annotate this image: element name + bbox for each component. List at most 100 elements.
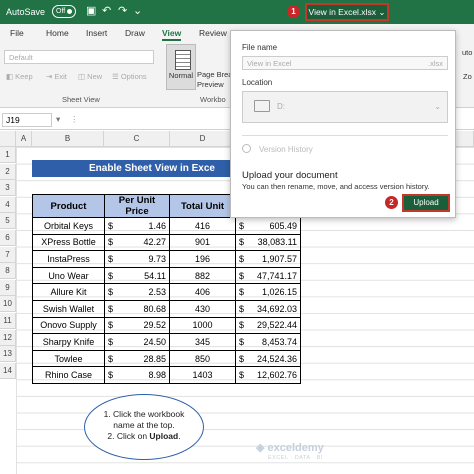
sales-cell[interactable]: $24,524.36 [235, 349, 301, 368]
price-cell[interactable]: $2.53 [104, 283, 170, 301]
price-cell[interactable]: $80.68 [104, 299, 170, 318]
version-history-button[interactable]: Version History [242, 144, 313, 154]
exit-button[interactable]: ⇥ Exit [46, 72, 67, 81]
file-name-input[interactable]: View in Excel .xlsx [242, 56, 448, 70]
table-row: Allure Kit $2.53 406 $1,026.15 [32, 283, 301, 301]
product-cell[interactable]: InstaPress [32, 250, 105, 268]
product-cell[interactable]: Orbital Keys [32, 217, 105, 235]
price-cell[interactable]: $28.85 [104, 349, 170, 368]
product-cell[interactable]: Uno Wear [32, 266, 105, 285]
product-cell[interactable]: Towlee [32, 349, 105, 368]
sales-value: 47,741.17 [256, 270, 297, 281]
name-box-dropdown-icon[interactable]: ▾ [56, 114, 60, 125]
product-cell[interactable]: Onovo Supply [32, 316, 105, 335]
upload-button[interactable]: Upload [402, 194, 450, 212]
options-button[interactable]: ☰ Options [112, 72, 147, 81]
new-button[interactable]: ◫ New [78, 72, 102, 81]
tab-file[interactable]: File [10, 28, 24, 38]
product-cell[interactable]: Sharpy Knife [32, 333, 105, 351]
product-cell[interactable]: Rhino Case [32, 366, 105, 384]
units-cell[interactable]: 430 [169, 299, 236, 318]
header-total-unit[interactable]: Total Unit [169, 194, 236, 218]
product-cell[interactable]: Allure Kit [32, 283, 105, 301]
price-cell[interactable]: $54.11 [104, 266, 170, 285]
units-cell[interactable]: 406 [169, 283, 236, 301]
product-cell[interactable]: Swish Wallet [32, 299, 105, 318]
units-cell[interactable]: 882 [169, 266, 236, 285]
row-header[interactable]: 13 [0, 346, 16, 363]
sales-cell[interactable]: $8,453.74 [235, 333, 301, 351]
price-value: 28.85 [143, 353, 166, 364]
tab-insert[interactable]: Insert [86, 28, 107, 38]
row-header[interactable]: 10 [0, 296, 16, 313]
sales-value: 12,602.76 [256, 370, 297, 381]
sales-cell[interactable]: $12,602.76 [235, 366, 301, 384]
column-header-a[interactable]: A [16, 131, 32, 147]
page-break-preview-button[interactable]: Page Brea Preview [197, 70, 232, 90]
sales-cell[interactable]: $605.49 [235, 217, 301, 235]
units-cell[interactable]: 901 [169, 233, 236, 252]
currency-symbol: $ [239, 253, 245, 264]
row-header[interactable]: 7 [0, 246, 16, 263]
units-cell[interactable]: 1000 [169, 316, 236, 335]
row-header[interactable]: 5 [0, 213, 16, 230]
units-cell[interactable]: 345 [169, 333, 236, 351]
location-value: D: [277, 102, 285, 111]
sales-cell[interactable]: $1,026.15 [235, 283, 301, 301]
column-header-c[interactable]: C [104, 131, 170, 147]
tab-review[interactable]: Review [199, 28, 227, 38]
price-cell[interactable]: $1.46 [104, 217, 170, 235]
header-product[interactable]: Product [32, 194, 105, 218]
row-header[interactable]: 6 [0, 230, 16, 246]
row-header[interactable]: 11 [0, 313, 16, 329]
row-header[interactable]: 14 [0, 362, 16, 379]
column-header-b[interactable]: B [32, 131, 104, 147]
price-cell[interactable]: $24.50 [104, 333, 170, 351]
sales-cell[interactable]: $38,083.11 [235, 233, 301, 252]
header-per-unit-price[interactable]: Per Unit Price [104, 194, 170, 218]
row-header[interactable]: 4 [0, 196, 16, 213]
price-value: 80.68 [143, 303, 166, 314]
product-cell[interactable]: XPress Bottle [32, 233, 105, 252]
location-select[interactable]: D: ⌄ [242, 91, 448, 123]
group-label-sheet-view: Sheet View [62, 95, 100, 104]
normal-view-button[interactable]: Normal [166, 44, 196, 90]
currency-symbol: $ [239, 270, 245, 281]
currency-symbol: $ [239, 237, 245, 248]
tab-draw[interactable]: Draw [125, 28, 145, 38]
sheet-view-select[interactable]: Default [4, 50, 154, 64]
price-cell[interactable]: $29.52 [104, 316, 170, 335]
price-cell[interactable]: $9.73 [104, 250, 170, 268]
customize-toolbar-icon[interactable]: ⌄ [133, 5, 142, 17]
tab-view[interactable]: View [162, 28, 182, 41]
tab-home[interactable]: Home [46, 28, 69, 38]
keep-button[interactable]: ◧ Keep [6, 72, 33, 81]
chevron-down-icon: ⌄ [378, 7, 386, 17]
row-header[interactable]: 12 [0, 329, 16, 346]
save-icon[interactable]: ▣ [86, 5, 96, 17]
units-cell[interactable]: 196 [169, 250, 236, 268]
row-header[interactable]: 9 [0, 279, 16, 296]
units-cell[interactable]: 416 [169, 217, 236, 235]
units-cell[interactable]: 1403 [169, 366, 236, 384]
sales-value: 38,083.11 [257, 237, 297, 248]
units-cell[interactable]: 850 [169, 349, 236, 368]
name-box[interactable]: J19 [2, 113, 52, 127]
row-header[interactable]: 3 [0, 180, 16, 197]
row-header[interactable]: 8 [0, 263, 16, 280]
sales-cell[interactable]: $47,741.17 [235, 266, 301, 285]
sales-cell[interactable]: $1,907.57 [235, 250, 301, 268]
select-all-corner[interactable] [0, 131, 16, 147]
autosave-toggle[interactable]: Off [52, 5, 76, 18]
sales-cell[interactable]: $29,522.44 [235, 316, 301, 335]
column-header-d[interactable]: D [170, 131, 236, 147]
undo-icon[interactable]: ↶ [102, 5, 111, 17]
workbook-name-button[interactable]: View in Excel.xlsx ⌄ [305, 3, 389, 21]
row-header[interactable]: 1 [0, 147, 16, 163]
price-cell[interactable]: $8.98 [104, 366, 170, 384]
price-cell[interactable]: $42.27 [104, 233, 170, 252]
row-header[interactable]: 2 [0, 163, 16, 180]
redo-icon[interactable]: ↷ [118, 5, 127, 17]
sales-cell[interactable]: $34,692.03 [235, 299, 301, 318]
sales-value: 24,524.36 [256, 353, 297, 364]
